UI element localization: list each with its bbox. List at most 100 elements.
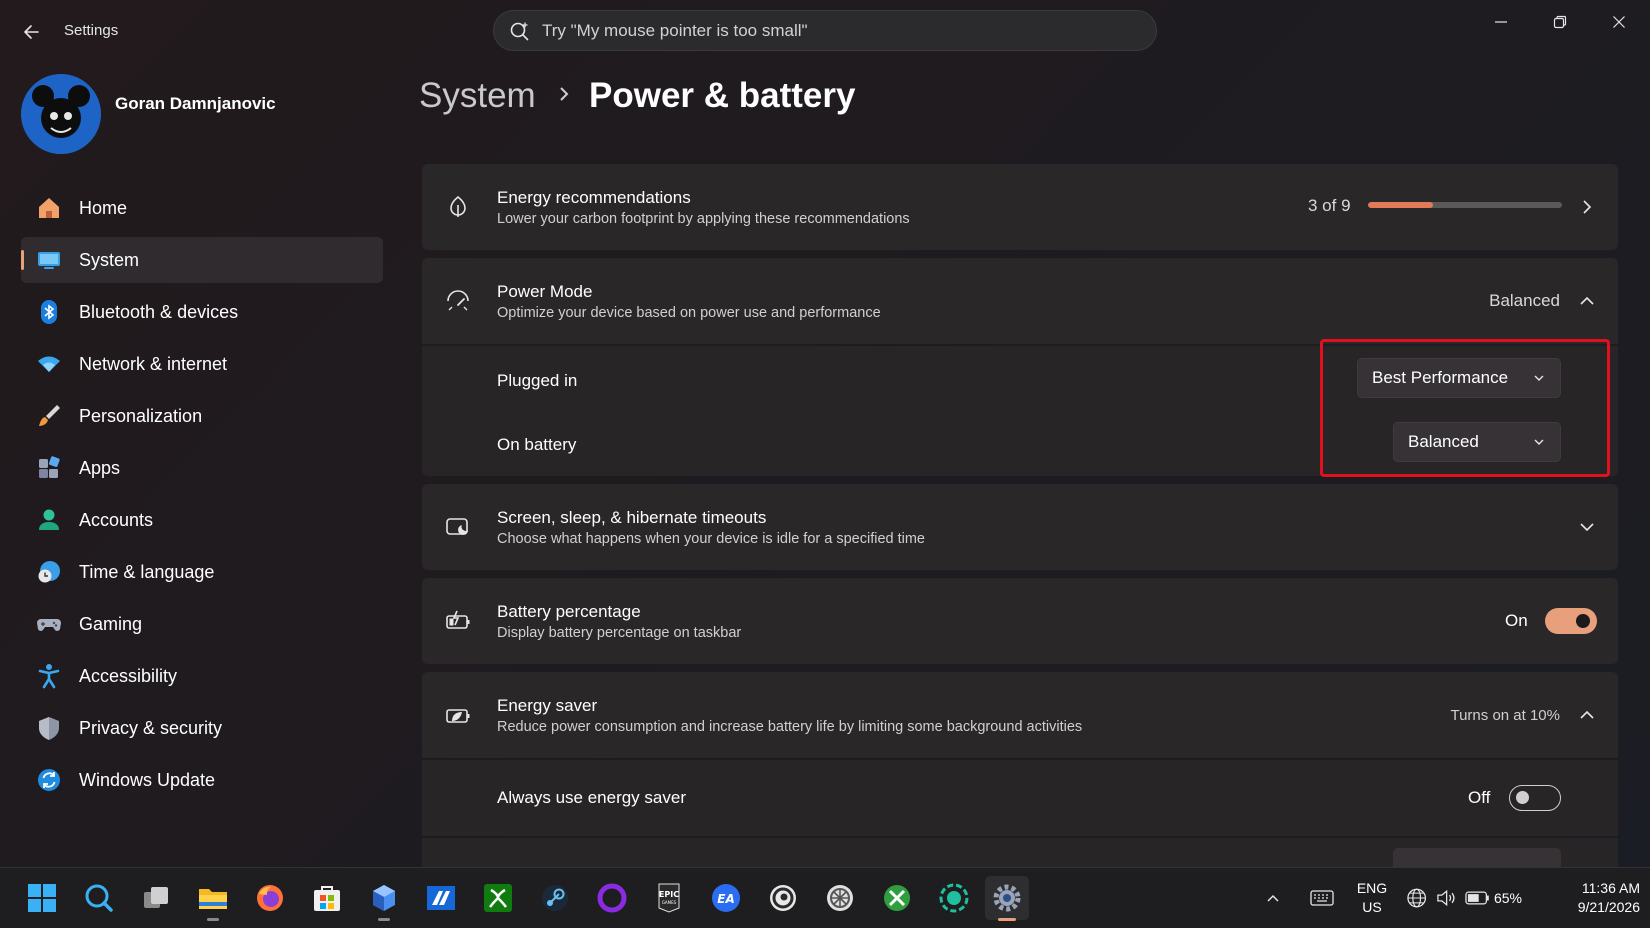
taskbar-microsoft-store[interactable]	[305, 876, 349, 920]
battery-percentage-card: Battery percentage Display battery perce…	[422, 578, 1618, 664]
power-mode-description: Optimize your device based on power use …	[497, 305, 881, 321]
close-button[interactable]	[1596, 8, 1642, 36]
search-icon	[85, 884, 113, 912]
energy-saver-card[interactable]: Energy saver Reduce power consumption an…	[422, 672, 1618, 758]
ea-icon: EA	[712, 884, 740, 912]
maximize-button[interactable]	[1537, 8, 1583, 36]
recommendations-progress-fill	[1368, 202, 1433, 208]
screen-sleep-card[interactable]: Screen, sleep, & hibernate timeouts Choo…	[422, 484, 1618, 570]
sidebar-item-gaming[interactable]: Gaming	[21, 601, 383, 647]
breadcrumb-parent[interactable]: System	[419, 76, 536, 116]
always-energy-saver-state: Off	[1468, 788, 1491, 807]
recommendations-progress-label: 3 of 9	[1308, 196, 1351, 215]
taskbar-steam[interactable]	[533, 876, 577, 920]
accessibility-icon	[35, 662, 63, 690]
windows-logo-icon	[28, 884, 56, 912]
cube-app-icon	[373, 885, 395, 911]
chevron-down-icon	[1580, 523, 1594, 532]
tray-status-group[interactable]: 65%	[1406, 876, 1522, 920]
power-mode-value: Balanced	[1489, 291, 1560, 310]
power-mode-card[interactable]: Power Mode Optimize your device based on…	[422, 258, 1618, 344]
breadcrumb-separator	[556, 82, 572, 113]
taskbar-ea[interactable]: EA	[704, 876, 748, 920]
taskbar-app-8[interactable]	[419, 876, 463, 920]
energy-saver-icon	[446, 709, 470, 723]
taskbar-start-button[interactable]	[20, 876, 64, 920]
sidebar-item-time-language[interactable]: Time & language	[21, 549, 383, 595]
clock-time: 11:36 AM	[1581, 880, 1640, 896]
apps-icon	[35, 454, 63, 482]
always-energy-saver-row: Always use energy saver Off	[422, 760, 1618, 836]
always-energy-saver-label: Always use energy saver	[497, 788, 686, 807]
screen-sleep-title: Screen, sleep, & hibernate timeouts	[497, 508, 767, 527]
sidebar-item-label: Personalization	[79, 405, 203, 426]
taskbar-app-17[interactable]	[932, 876, 976, 920]
screen-sleep-description: Choose what happens when your device is …	[497, 531, 925, 547]
avatar[interactable]	[21, 74, 101, 154]
language-top: ENG	[1356, 880, 1388, 896]
next-setting-row	[422, 838, 1618, 872]
sidebar-item-accessibility[interactable]: Accessibility	[21, 653, 383, 699]
highlight-annotation	[1320, 339, 1610, 477]
screen-sleep-icon	[446, 518, 468, 535]
search-input[interactable]	[542, 20, 1102, 41]
sidebar-item-label: Privacy & security	[79, 717, 223, 738]
battery-percentage-toggle[interactable]	[1545, 608, 1597, 634]
sidebar-item-label: Accessibility	[79, 665, 178, 686]
taskbar-settings[interactable]	[985, 876, 1029, 921]
search-box[interactable]	[493, 10, 1157, 51]
sidebar-item-label: Apps	[79, 457, 121, 478]
network-globe-icon	[1407, 888, 1427, 908]
sidebar-item-home[interactable]: Home	[21, 185, 383, 231]
taskbar-app-16[interactable]	[875, 876, 919, 920]
sidebar-item-apps[interactable]: Apps	[21, 445, 383, 491]
sidebar-item-accounts[interactable]: Accounts	[21, 497, 383, 543]
tray-clock[interactable]: 11:36 AM 9/21/2026	[1544, 880, 1640, 915]
tray-keyboard-button[interactable]	[1306, 876, 1338, 920]
page-title: Power & battery	[589, 76, 856, 115]
taskbar-app-15[interactable]	[818, 876, 862, 920]
volume-icon	[1437, 889, 1455, 907]
sidebar-item-bluetooth[interactable]: Bluetooth & devices	[21, 289, 383, 335]
energy-recommendations-card[interactable]: Energy recommendations Lower your carbon…	[422, 164, 1618, 250]
always-energy-saver-toggle[interactable]	[1509, 785, 1561, 811]
chevron-up-icon	[1580, 710, 1594, 719]
keyboard-icon	[1310, 890, 1334, 906]
taskbar-xbox[interactable]	[476, 876, 520, 920]
tray-overflow-button[interactable]	[1258, 876, 1288, 920]
taskbar-app-11[interactable]	[590, 876, 634, 920]
sidebar-item-label: Gaming	[79, 613, 143, 634]
sidebar-item-windows-update[interactable]: Windows Update	[21, 757, 383, 803]
taskbar-firefox[interactable]	[248, 876, 292, 920]
wifi-icon	[35, 350, 63, 378]
profile-name: Goran Damnjanovic	[115, 94, 276, 113]
sidebar-item-privacy[interactable]: Privacy & security	[21, 705, 383, 751]
taskbar-search-button[interactable]	[77, 876, 121, 920]
sidebar-item-network[interactable]: Network & internet	[21, 341, 383, 387]
system-icon	[35, 246, 63, 274]
chevron-up-icon	[1580, 296, 1594, 305]
leaf-icon	[450, 195, 466, 217]
minimize-button[interactable]	[1478, 8, 1524, 36]
energy-recommendations-description: Lower your carbon footprint by applying …	[497, 211, 910, 227]
back-button[interactable]	[18, 18, 46, 46]
sidebar-item-system[interactable]: System	[21, 237, 383, 283]
battery-percentage-state: On	[1505, 611, 1528, 630]
sidebar-item-label: Time & language	[79, 561, 215, 582]
taskbar-task-view[interactable]	[134, 876, 178, 920]
close-icon	[1613, 16, 1625, 28]
battery-percent: 65%	[1493, 890, 1522, 906]
tray-language-button[interactable]: ENG US	[1352, 880, 1392, 915]
sidebar-item-personalization[interactable]: Personalization	[21, 393, 383, 439]
taskbar-file-explorer[interactable]	[191, 876, 235, 921]
svg-text:EPIC: EPIC	[659, 890, 679, 899]
chevron-up-icon	[1267, 894, 1279, 902]
ring-app-icon	[597, 883, 627, 913]
sidebar-item-label: Home	[79, 197, 128, 218]
taskbar-ubisoft[interactable]	[761, 876, 805, 920]
taskbar-app-7[interactable]	[362, 876, 406, 921]
steam-icon	[542, 885, 568, 911]
brush-icon	[35, 402, 63, 430]
taskbar-epic-games[interactable]: EPIC GAMES	[647, 876, 691, 920]
energy-recommendations-title: Energy recommendations	[497, 188, 691, 207]
